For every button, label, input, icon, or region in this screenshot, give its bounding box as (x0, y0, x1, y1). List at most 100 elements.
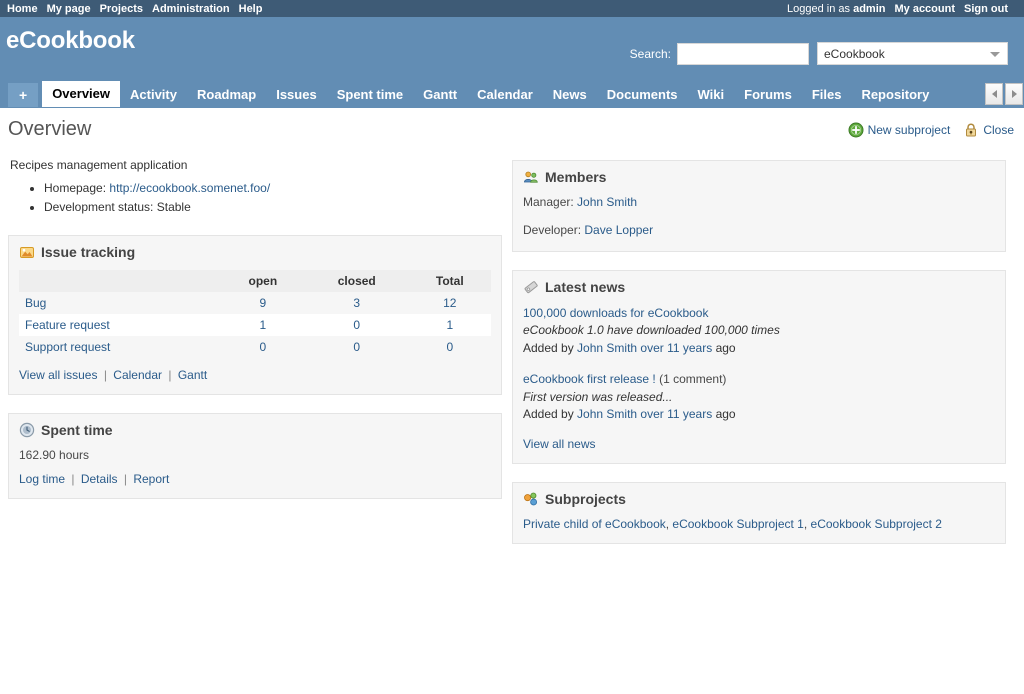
new-object-button[interactable]: + (8, 83, 39, 107)
project-title[interactable]: eCookbook (6, 27, 135, 55)
overview-columns: Recipes management application Homepage:… (8, 148, 1016, 545)
total-count-cell: 1 (409, 314, 491, 336)
issues-calendar-link[interactable]: Calendar (113, 368, 162, 382)
open-count-cell: 1 (221, 314, 305, 336)
spent-time-title: Spent time (41, 421, 113, 438)
tab-roadmap[interactable]: Roadmap (187, 83, 266, 107)
spent-time-details-link[interactable]: Details (81, 472, 118, 486)
tab-files[interactable]: Files (802, 83, 852, 107)
issues-gantt-link[interactable]: Gantt (178, 368, 207, 382)
closed-count-support-request[interactable]: 0 (353, 340, 360, 354)
subproject-separator: , (803, 517, 811, 532)
tab-issues[interactable]: Issues (266, 83, 326, 107)
contextual-actions: New subproject Close (848, 122, 1014, 138)
sign-out-link[interactable]: Sign out (964, 3, 1008, 15)
top-menu-item-administration[interactable]: Administration (152, 3, 230, 15)
top-menu-bar: Home My page Projects Administration Hel… (0, 0, 1024, 17)
tracker-name-cell: Bug (19, 292, 221, 314)
members-heading: Members (523, 169, 995, 185)
news-item-title-row: eCookbook first release ! (1 comment) (523, 371, 995, 388)
member-link-dave-lopper[interactable]: Dave Lopper (584, 223, 653, 237)
table-row: Support request 0 0 0 (19, 335, 491, 358)
member-link-john-smith[interactable]: John Smith (577, 195, 637, 209)
total-count-support-request[interactable]: 0 (446, 340, 453, 354)
link-separator: | (71, 471, 75, 486)
top-menu-item-my-page[interactable]: My page (47, 3, 91, 15)
issue-tracking-title: Issue tracking (41, 243, 136, 260)
total-count-feature-request[interactable]: 1 (446, 318, 453, 332)
news-timestamp-link[interactable]: over 11 years (637, 341, 715, 355)
subproject-link-private-child[interactable]: Private child of eCookbook (523, 517, 666, 531)
issue-tracking-links: View all issues | Calendar | Gantt (19, 368, 491, 382)
tab-documents[interactable]: Documents (597, 83, 688, 107)
member-role-manager: Manager: John Smith (523, 195, 995, 209)
view-all-issues-link[interactable]: View all issues (19, 368, 97, 382)
quick-search: Search: eCookbook (630, 42, 1008, 65)
open-count-feature-request[interactable]: 1 (260, 318, 267, 332)
news-timestamp-link[interactable]: over 11 years (637, 407, 715, 421)
new-subproject-link[interactable]: New subproject (848, 122, 950, 138)
news-author-link[interactable]: John Smith (577, 341, 637, 355)
tracker-link-support-request[interactable]: Support request (25, 340, 110, 354)
tracker-link-bug[interactable]: Bug (25, 296, 46, 310)
member-role-developer: Developer: Dave Lopper (523, 223, 995, 237)
tracker-name-cell: Feature request (19, 314, 221, 336)
content-header: Overview New subproject Close (8, 114, 1016, 148)
tab-activity[interactable]: Activity (120, 83, 187, 107)
view-all-news-link[interactable]: View all news (523, 437, 595, 451)
project-attributes-list: Homepage: http://ecookbook.somenet.foo/ … (8, 180, 502, 217)
top-menu-item-home[interactable]: Home (7, 3, 38, 15)
news-title-link[interactable]: 100,000 downloads for eCookbook (523, 306, 708, 320)
news-author-row: Added by John Smith over 11 years ago (523, 406, 995, 423)
top-menu-item-projects[interactable]: Projects (100, 3, 143, 15)
tab-repository[interactable]: Repository (851, 83, 939, 107)
tabs-scroll-left-button[interactable] (985, 83, 1003, 105)
spent-time-links: Log time | Details | Report (19, 472, 491, 486)
group-icon (523, 169, 539, 185)
tracker-link-feature-request[interactable]: Feature request (25, 318, 110, 332)
log-time-link[interactable]: Log time (19, 472, 65, 486)
open-count-bug[interactable]: 9 (260, 296, 267, 310)
subproject-link-2[interactable]: eCookbook Subproject 2 (811, 517, 942, 531)
status-value: Stable (156, 200, 191, 215)
role-label-manager: Manager: (523, 195, 574, 209)
projects-icon (523, 491, 539, 507)
search-label: Search: (629, 46, 671, 61)
open-count-cell: 0 (221, 336, 305, 358)
column-total: Total (408, 269, 491, 292)
overview-right-column: Members Manager: John Smith Developer: D… (512, 148, 1006, 545)
closed-count-feature-request[interactable]: 0 (353, 318, 360, 332)
news-comment-count: (1 comment) (655, 372, 727, 387)
search-scope-select[interactable]: eCookbook (817, 42, 1008, 65)
tab-gantt[interactable]: Gantt (413, 83, 467, 107)
tabs-scroll-right-button[interactable] (1005, 83, 1023, 105)
spent-time-report-link[interactable]: Report (133, 472, 169, 486)
homepage-link[interactable]: http://ecookbook.somenet.foo/ (109, 181, 270, 195)
total-count-bug[interactable]: 12 (443, 296, 456, 310)
latest-news-box: Latest news 100,000 downloads for eCookb… (512, 270, 1006, 465)
tab-news[interactable]: News (543, 83, 597, 107)
closed-count-bug[interactable]: 3 (353, 296, 360, 310)
page-header: eCookbook Search: eCookbook (0, 17, 1024, 78)
news-author-link[interactable]: John Smith (577, 407, 637, 421)
latest-news-title: Latest news (545, 279, 626, 295)
search-input[interactable] (677, 42, 809, 65)
chevron-down-icon (990, 51, 1000, 57)
lock-icon (963, 122, 979, 138)
news-title-link[interactable]: eCookbook first release ! (523, 372, 656, 386)
tab-wiki[interactable]: Wiki (688, 83, 735, 107)
subprojects-heading: Subprojects (523, 491, 995, 507)
tab-overview[interactable]: Overview (42, 81, 121, 107)
link-separator: | (168, 367, 172, 382)
closed-count-cell: 0 (305, 314, 409, 336)
tab-spent-time[interactable]: Spent time (327, 83, 413, 107)
my-account-link[interactable]: My account (894, 3, 955, 15)
tab-calendar[interactable]: Calendar (467, 83, 543, 107)
subproject-link-1[interactable]: eCookbook Subproject 1 (672, 517, 803, 531)
open-count-support-request[interactable]: 0 (260, 340, 267, 354)
close-project-link[interactable]: Close (963, 122, 1014, 138)
tab-forums[interactable]: Forums (734, 83, 802, 107)
status-label: Development status: (44, 200, 154, 215)
subprojects-box: Subprojects Private child of eCookbook, … (512, 482, 1006, 545)
top-menu-item-help[interactable]: Help (239, 3, 263, 15)
